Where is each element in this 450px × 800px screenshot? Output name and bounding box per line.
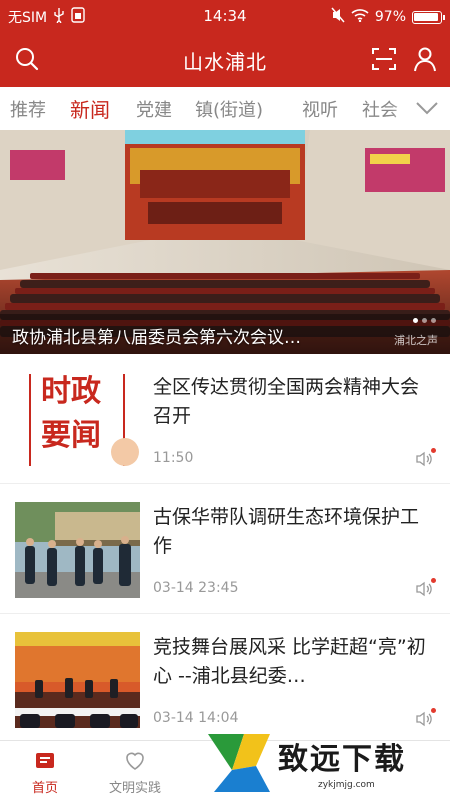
tab-news[interactable]: 新闻 <box>70 94 110 123</box>
news-photo <box>15 502 140 598</box>
scan-icon[interactable] <box>369 44 399 74</box>
tab-towns[interactable]: 镇(街道) <box>195 96 263 122</box>
promo-url: zykjmjg.com <box>318 780 375 790</box>
category-tabs: 推荐 新闻 党建 镇(街道) 视听 社会 <box>0 87 450 130</box>
nav-civilization-label: 文明实践 <box>108 781 161 796</box>
news-time: 11:50 <box>153 450 194 466</box>
speaker-icon[interactable] <box>415 578 436 598</box>
chevron-down-icon[interactable] <box>414 97 440 119</box>
news-thumbnail: 时政 要闻 <box>15 372 140 468</box>
news-title: 竞技舞台展风采 比学赶超“亮”初心 --浦北县纪委… <box>153 636 426 687</box>
hero-caption: 政协浦北县第八届委员会第六次会议… <box>12 328 301 348</box>
thumbnail-text: 时政 <box>41 374 101 409</box>
news-item[interactable]: 时政 要闻 全区传达贯彻全国两会精神大会召开 11:50 <box>0 354 450 484</box>
news-title: 全区传达贯彻全国两会精神大会召开 <box>153 376 420 427</box>
news-photo <box>15 632 140 728</box>
app-bar: 山水浦北 <box>0 38 450 82</box>
news-item[interactable]: 竞技舞台展风采 比学赶超“亮”初心 --浦北县纪委… 03-14 14:04 <box>0 614 450 744</box>
conference-hall-image <box>0 130 450 354</box>
promo-text: 致远下载 <box>278 742 406 777</box>
news-thumbnail <box>15 632 140 728</box>
app-header: 无SIM 14:34 97% 山水浦北 <box>0 0 450 87</box>
news-time: 03-14 23:45 <box>153 580 239 596</box>
hero-banner[interactable]: 政协浦北县第八届委员会第六次会议… 浦北之声 <box>0 130 450 354</box>
news-thumbnail <box>15 502 140 598</box>
nav-home[interactable]: 首页 <box>0 747 90 796</box>
status-bar: 无SIM 14:34 97% <box>0 0 450 32</box>
promo-logo-icon <box>208 734 270 792</box>
thumbnail-text: 要闻 <box>41 418 101 453</box>
user-icon[interactable] <box>410 44 440 74</box>
news-time: 03-14 14:04 <box>153 710 239 726</box>
hero-watermark: 浦北之声 <box>394 334 438 347</box>
news-item[interactable]: 古保华带队调研生态环境保护工作 03-14 23:45 <box>0 484 450 614</box>
mute-icon <box>331 7 345 27</box>
speaker-icon[interactable] <box>415 708 436 728</box>
hand-icon <box>111 438 139 466</box>
nav-home-label: 首页 <box>31 781 58 796</box>
promo-watermark: 致远下载 zykjmjg.com <box>200 728 450 800</box>
carousel-dots <box>413 318 436 323</box>
tab-audio-video[interactable]: 视听 <box>302 96 338 122</box>
tab-recommend[interactable]: 推荐 <box>10 96 46 122</box>
speaker-icon[interactable] <box>415 448 436 468</box>
tab-party-building[interactable]: 党建 <box>136 96 172 122</box>
battery-icon <box>412 10 445 24</box>
home-icon <box>36 753 54 768</box>
news-title: 古保华带队调研生态环境保护工作 <box>153 506 420 557</box>
battery-percent: 97% <box>374 9 406 25</box>
wifi-icon <box>351 8 369 26</box>
civilization-icon <box>126 752 144 770</box>
nav-civilization[interactable]: 文明实践 <box>90 747 180 796</box>
